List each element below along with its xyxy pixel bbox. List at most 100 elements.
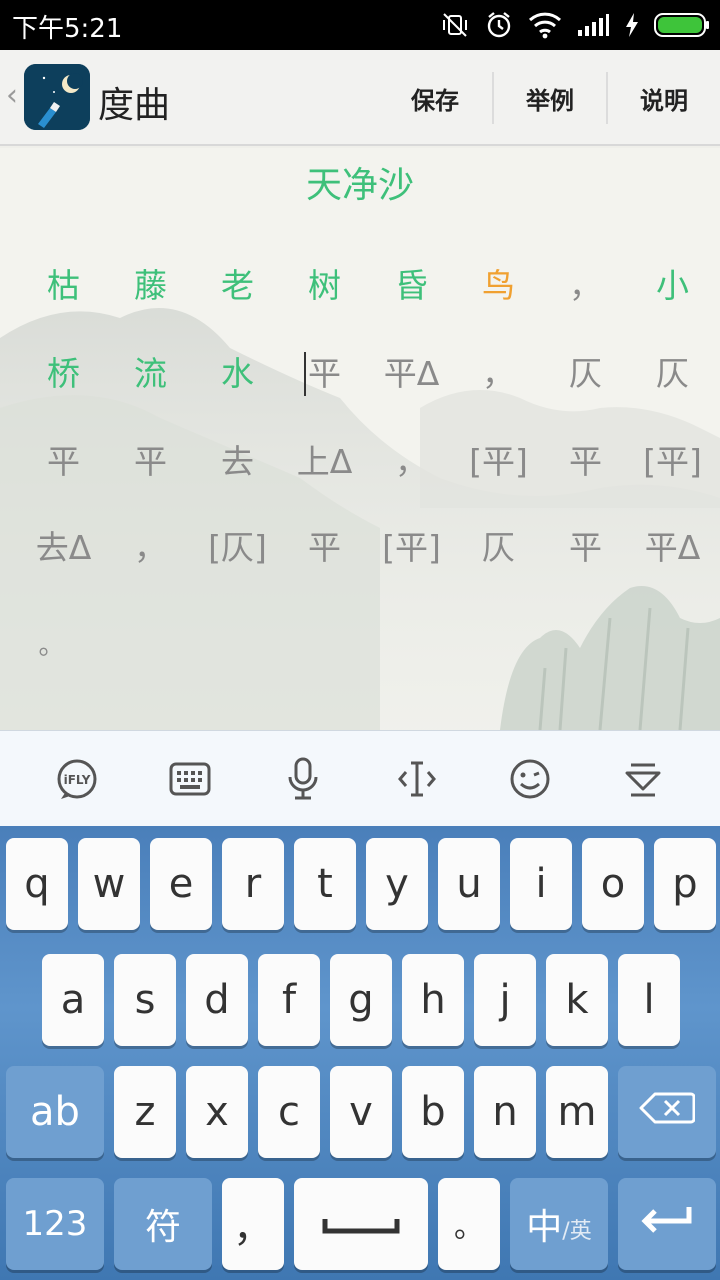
language-switch-key[interactable]: 中/英: [510, 1178, 608, 1270]
poem-char[interactable]: 桥: [20, 344, 107, 404]
enter-key[interactable]: [618, 1178, 716, 1270]
key-c[interactable]: c: [258, 1066, 320, 1158]
poem-char[interactable]: 藤: [107, 256, 194, 316]
keyboard-toolbar: iFLY: [0, 730, 720, 826]
tone-pattern[interactable]: 去: [194, 432, 281, 492]
save-button[interactable]: 保存: [378, 72, 492, 124]
status-icons: [440, 8, 710, 42]
key-comma[interactable]: ，: [222, 1178, 284, 1270]
poem-punctuation: ，: [395, 442, 428, 481]
wifi-icon: [528, 11, 562, 39]
key-h[interactable]: h: [402, 954, 464, 1046]
poem-editor[interactable]: 天净沙 枯 藤 老 树 昏 鸟 ， 小 桥 流 水 平 平Δ ， 仄 仄 平 平…: [0, 148, 720, 730]
lang-sub-label: /英: [562, 1219, 592, 1244]
poem-punctuation: ，: [569, 266, 602, 305]
poem-title: 天净沙: [305, 165, 414, 206]
key-r[interactable]: r: [222, 838, 284, 930]
key-o[interactable]: o: [582, 838, 644, 930]
tone-pattern[interactable]: [仄]: [194, 518, 281, 578]
key-t[interactable]: t: [294, 838, 356, 930]
poem-char[interactable]: 流: [107, 344, 194, 404]
tone-pattern[interactable]: 去Δ: [20, 518, 107, 578]
key-f[interactable]: f: [258, 954, 320, 1046]
poem-punctuation: ，: [482, 354, 515, 393]
tone-pattern[interactable]: 上Δ: [281, 432, 368, 492]
ifly-label: iFLY: [63, 773, 90, 787]
microphone-icon[interactable]: [273, 749, 333, 809]
tone-pattern[interactable]: 平: [281, 344, 368, 404]
key-l[interactable]: l: [618, 954, 680, 1046]
tone-pattern[interactable]: 平: [107, 432, 194, 492]
tone-pattern[interactable]: 平: [542, 518, 629, 578]
vibrate-off-icon: [440, 10, 470, 40]
poem-char[interactable]: 枯: [20, 256, 107, 316]
key-d[interactable]: d: [186, 954, 248, 1046]
key-u[interactable]: u: [438, 838, 500, 930]
key-b[interactable]: b: [402, 1066, 464, 1158]
tone-pattern[interactable]: 仄: [542, 344, 629, 404]
tone-pattern[interactable]: 平: [281, 518, 368, 578]
key-symbols[interactable]: 符: [114, 1178, 212, 1270]
app-actions: 保存 举例 说明: [378, 72, 720, 124]
backspace-key[interactable]: [618, 1066, 716, 1158]
key-v[interactable]: v: [330, 1066, 392, 1158]
cursor-icon[interactable]: [387, 749, 447, 809]
battery-icon: [654, 12, 710, 38]
example-button[interactable]: 举例: [492, 72, 606, 124]
app-bar: ‹ 度曲 保存 举例 说明: [0, 50, 720, 146]
key-x[interactable]: x: [186, 1066, 248, 1158]
app-logo-icon[interactable]: [24, 64, 90, 130]
key-numbers[interactable]: 123: [6, 1178, 104, 1270]
back-chevron-icon[interactable]: ‹: [6, 78, 18, 113]
key-p[interactable]: p: [654, 838, 716, 930]
alarm-icon: [484, 10, 514, 40]
keyboard-icon[interactable]: [160, 749, 220, 809]
space-bar-icon: [321, 1201, 401, 1247]
key-a[interactable]: a: [42, 954, 104, 1046]
key-m[interactable]: m: [546, 1066, 608, 1158]
poem-punctuation: ，: [134, 528, 167, 567]
key-w[interactable]: w: [78, 838, 140, 930]
tone-pattern[interactable]: [平]: [368, 518, 455, 578]
key-n[interactable]: n: [474, 1066, 536, 1158]
tone-pattern[interactable]: 平: [20, 432, 107, 492]
tone-pattern[interactable]: [平]: [629, 432, 716, 492]
key-s[interactable]: s: [114, 954, 176, 1046]
key-case-switch[interactable]: ab: [6, 1066, 104, 1158]
key-z[interactable]: z: [114, 1066, 176, 1158]
tone-pattern[interactable]: 平: [542, 432, 629, 492]
status-bar: 下午5:21: [0, 0, 720, 50]
ifly-logo-icon[interactable]: iFLY: [47, 749, 107, 809]
poem-char[interactable]: 小: [629, 256, 716, 316]
help-button[interactable]: 说明: [606, 72, 720, 124]
lang-main-label: 中: [526, 1207, 563, 1248]
space-key[interactable]: [294, 1178, 428, 1270]
poem-char[interactable]: 水: [194, 344, 281, 404]
key-j[interactable]: j: [474, 954, 536, 1046]
poem-char[interactable]: 树: [281, 256, 368, 316]
tone-pattern[interactable]: 仄: [629, 344, 716, 404]
status-time: 下午5:21: [12, 14, 123, 44]
hide-keyboard-icon[interactable]: [613, 749, 673, 809]
key-q[interactable]: q: [6, 838, 68, 930]
poem-punctuation: 。: [38, 631, 65, 661]
emoji-icon[interactable]: [500, 749, 560, 809]
signal-icon: [576, 12, 610, 38]
key-period[interactable]: 。: [438, 1178, 500, 1270]
enter-icon: [639, 1201, 695, 1247]
tone-pattern[interactable]: 仄: [455, 518, 542, 578]
app-title: 度曲: [98, 85, 171, 126]
key-e[interactable]: e: [150, 838, 212, 930]
key-g[interactable]: g: [330, 954, 392, 1046]
poem-char[interactable]: 老: [194, 256, 281, 316]
tone-pattern[interactable]: 平Δ: [368, 344, 455, 404]
poem-char-current[interactable]: 鸟: [455, 256, 542, 316]
key-k[interactable]: k: [546, 954, 608, 1046]
backspace-icon: [639, 1089, 696, 1135]
tone-pattern[interactable]: 平Δ: [629, 518, 716, 578]
key-y[interactable]: y: [366, 838, 428, 930]
soft-keyboard: q w e r t y u i o p a s d f g h j k l ab…: [0, 826, 720, 1280]
poem-char[interactable]: 昏: [368, 256, 455, 316]
key-i[interactable]: i: [510, 838, 572, 930]
tone-pattern[interactable]: [平]: [455, 432, 542, 492]
